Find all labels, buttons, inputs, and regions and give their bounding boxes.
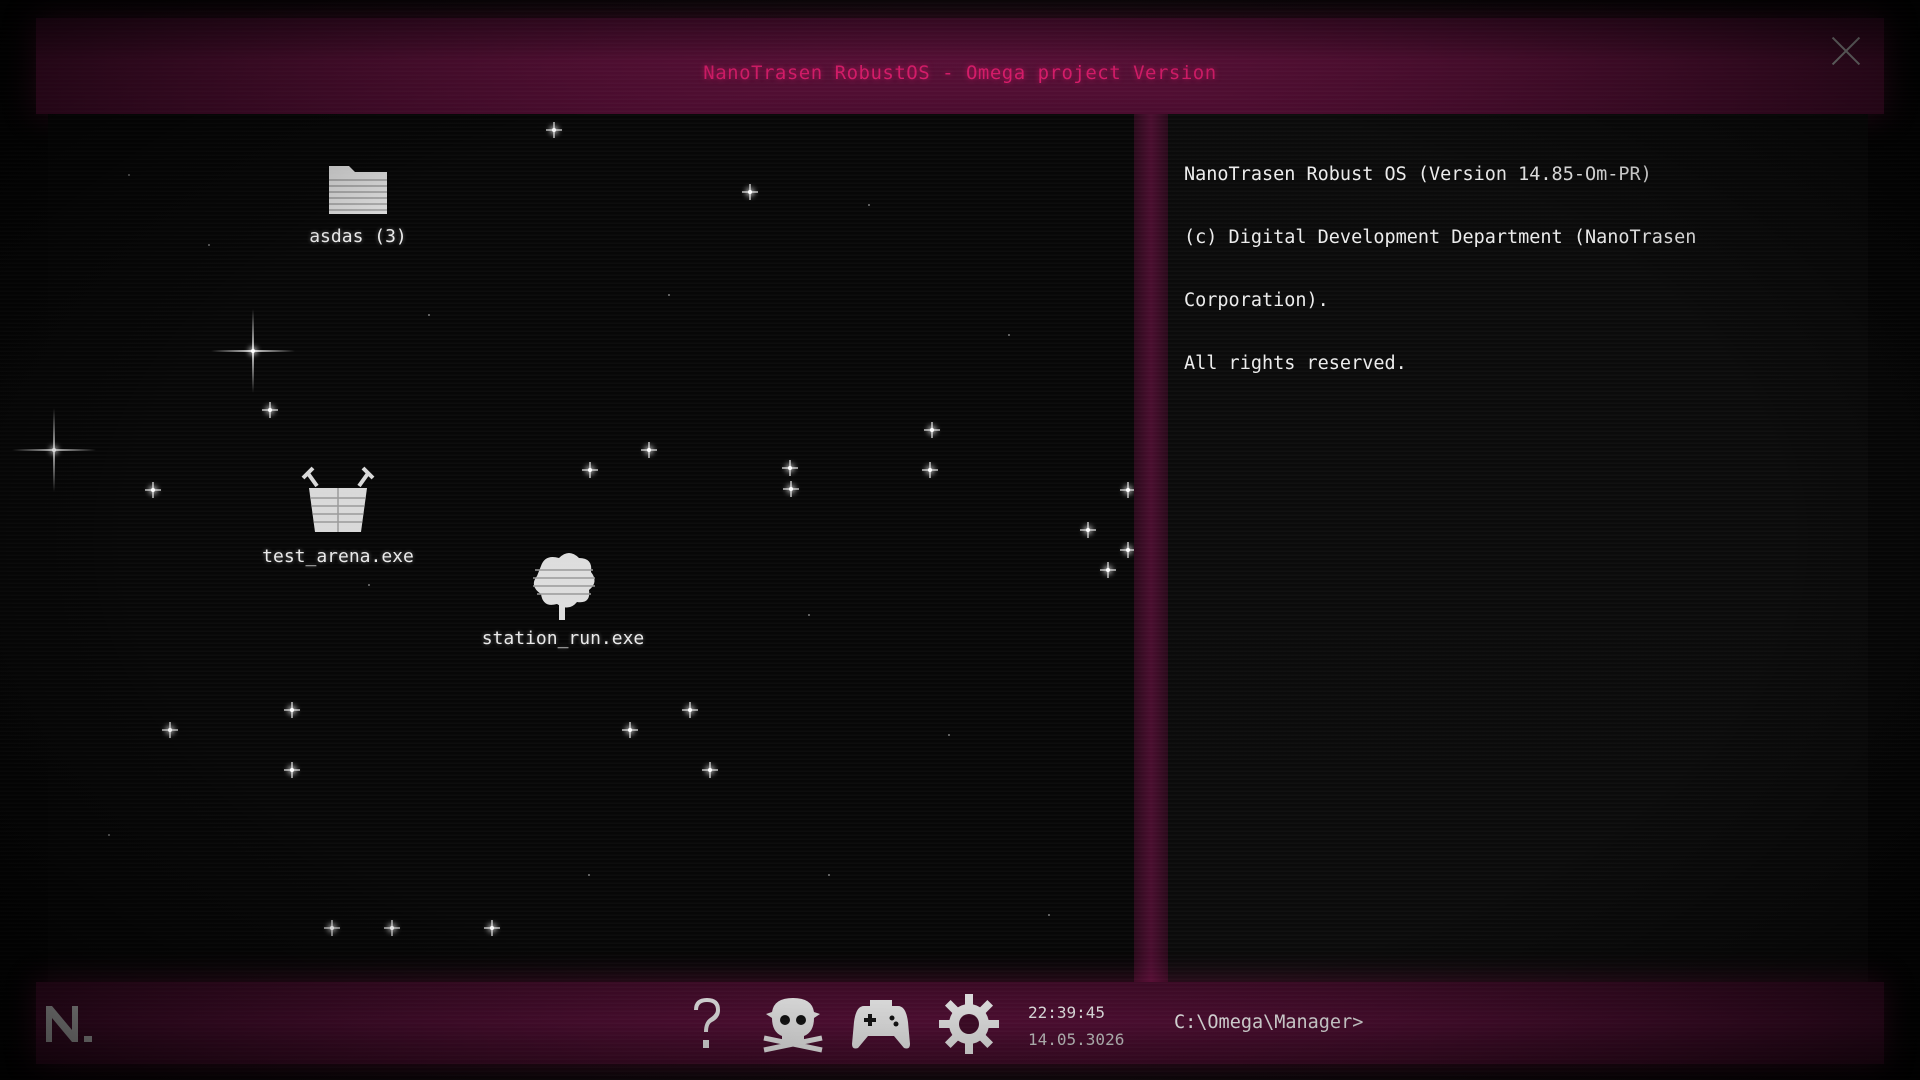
star [284, 702, 300, 718]
arena-bucket-icon [301, 466, 375, 532]
close-icon[interactable] [1826, 30, 1866, 70]
star [783, 481, 799, 497]
star [622, 722, 638, 738]
star [742, 184, 758, 200]
star [1120, 542, 1136, 558]
question-mark-icon [694, 998, 720, 1048]
dust [828, 874, 830, 876]
dust [208, 244, 210, 246]
syndicate-button[interactable] [758, 992, 828, 1056]
desktop-icon-label: test_arena.exe [262, 546, 414, 567]
star [702, 762, 718, 778]
star [922, 462, 938, 478]
dust [368, 584, 370, 586]
clock-time: 22:39:45 [1028, 1003, 1106, 1022]
nanotrasen-logo[interactable] [42, 1000, 100, 1046]
clock-date: 14.05.3026 [1028, 1030, 1125, 1049]
gear-icon [939, 994, 999, 1054]
star [284, 762, 300, 778]
help-button[interactable] [672, 992, 742, 1056]
star [546, 122, 562, 138]
terminal-line: (c) Digital Development Department (Nano… [1184, 227, 1697, 248]
dust [948, 734, 950, 736]
gamepad-icon [852, 1000, 910, 1049]
star [1080, 522, 1096, 538]
panel-divider [1134, 114, 1168, 982]
dust [1008, 334, 1010, 336]
dust [428, 314, 430, 316]
skull-icon [763, 998, 823, 1053]
terminal-line: Corporation). [1184, 290, 1329, 311]
dust [668, 294, 670, 296]
star [682, 702, 698, 718]
star [582, 462, 598, 478]
dust [868, 204, 870, 206]
desktop-icon-asdas[interactable]: asdas (3) [288, 156, 428, 247]
star [384, 920, 400, 936]
star [484, 920, 500, 936]
star [262, 402, 278, 418]
desktop-icon-test-arena[interactable]: test_arena.exe [258, 464, 418, 567]
desktop: asdas (3) test_arena.exe station_run.exe [12, 114, 1136, 982]
star [145, 482, 161, 498]
dust [808, 614, 810, 616]
star [162, 722, 178, 738]
dust [1048, 914, 1050, 916]
desktop-icon-station-run[interactable]: station_run.exe [468, 546, 658, 649]
star [1120, 482, 1136, 498]
terminal-output: NanoTrasen Robust OS (Version 14.85-Om-P… [1184, 122, 1774, 416]
dust [108, 834, 110, 836]
folder-icon [329, 166, 387, 214]
star [324, 920, 340, 936]
terminal-prompt: C:\Omega\Manager> [1174, 1012, 1364, 1033]
dust [128, 174, 130, 176]
gamepad-button[interactable] [846, 992, 916, 1056]
star [641, 442, 657, 458]
star [782, 460, 798, 476]
terminal-panel[interactable]: NanoTrasen Robust OS (Version 14.85-Om-P… [1168, 114, 1868, 982]
star [924, 422, 940, 438]
star [211, 309, 295, 393]
station-run-icon [533, 553, 595, 620]
terminal-command-input[interactable] [1380, 1008, 1864, 1040]
dust [588, 874, 590, 876]
desktop-icon-label: asdas (3) [309, 226, 407, 247]
terminal-line: NanoTrasen Robust OS (Version 14.85-Om-P… [1184, 164, 1652, 185]
terminal-line: All rights reserved. [1184, 353, 1407, 374]
settings-button[interactable] [934, 992, 1004, 1056]
window-title: NanoTrasen RobustOS - Omega project Vers… [703, 62, 1217, 84]
os-screen: NanoTrasen RobustOS - Omega project Vers… [0, 0, 1920, 1080]
title-bar: NanoTrasen RobustOS - Omega project Vers… [36, 18, 1884, 114]
star [12, 408, 96, 492]
star [1100, 562, 1116, 578]
desktop-icon-label: station_run.exe [481, 628, 645, 649]
